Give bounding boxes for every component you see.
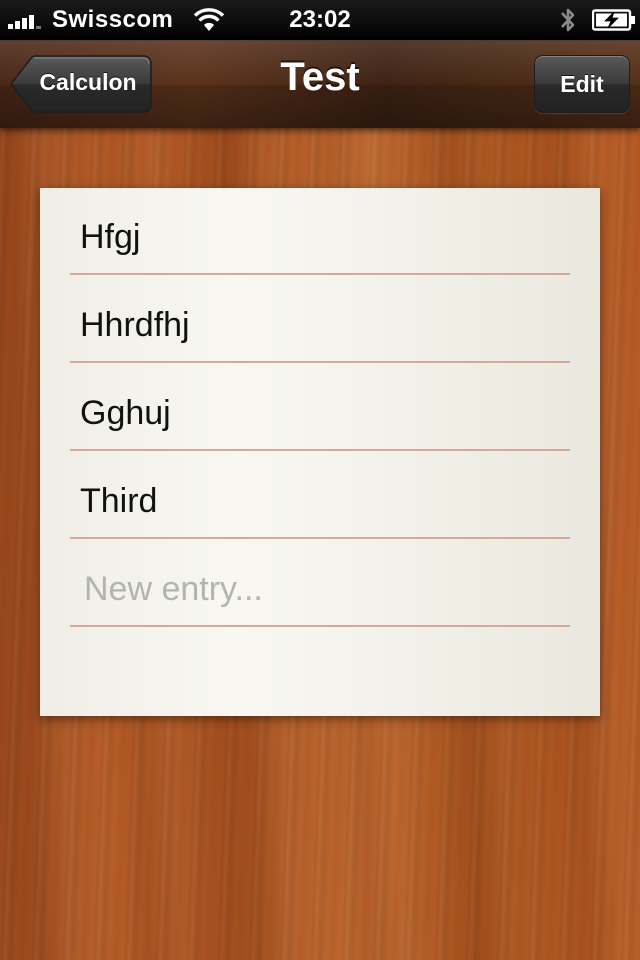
list-item-text: Hfgj — [80, 218, 141, 256]
back-button-label: Calculon — [39, 69, 137, 95]
list-item-text: Gghuj — [80, 394, 171, 432]
list-item-text: Third — [80, 482, 158, 520]
edit-button[interactable]: Edit — [534, 55, 630, 113]
paper-list-card: Hfgj Hhrdfhj Gghuj Third — [40, 188, 600, 716]
list-item[interactable]: Hfgj — [70, 188, 570, 275]
page-title: Test — [280, 55, 360, 99]
bluetooth-icon — [561, 8, 575, 32]
new-entry-input[interactable] — [80, 564, 560, 614]
list-item[interactable]: Hhrdfhj — [70, 276, 570, 363]
navigation-bar: Calculon Test Edit — [0, 40, 640, 128]
status-bar: Swisscom 23:02 — [0, 0, 640, 40]
battery-charging-icon — [592, 9, 635, 31]
list-item[interactable]: Third — [70, 452, 570, 539]
new-entry-row — [70, 540, 570, 627]
clock-time: 23:02 — [289, 6, 351, 33]
back-button[interactable]: Calculon — [10, 55, 152, 113]
list-item-text: Hhrdfhj — [80, 306, 190, 344]
list-item[interactable]: Gghuj — [70, 364, 570, 451]
